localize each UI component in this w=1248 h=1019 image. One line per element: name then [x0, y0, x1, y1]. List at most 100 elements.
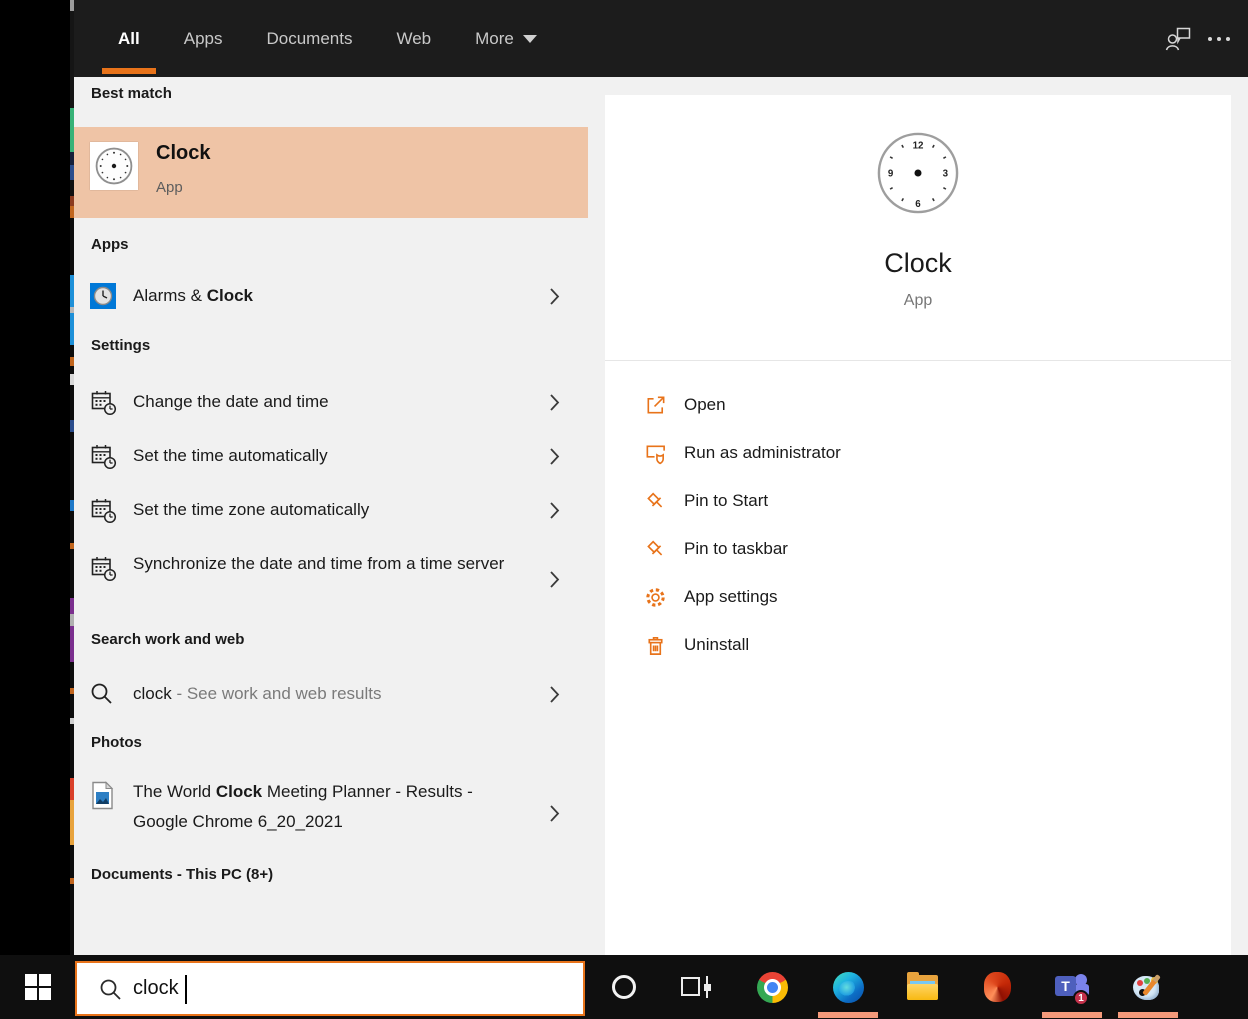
best-match-title: Clock: [156, 142, 211, 164]
windows-start-search: All Apps Documents Web More Best match C…: [0, 0, 1248, 1019]
teams-notification-badge: 1: [1073, 990, 1089, 1006]
task-view-icon: [681, 976, 711, 998]
setting-change-date-time[interactable]: Change the date and time: [74, 375, 588, 429]
result-label: clock - See work and web results: [133, 684, 382, 703]
pin-icon: [643, 489, 667, 513]
documents-header: Documents - This PC (8+): [91, 866, 274, 883]
paint-icon: [1132, 971, 1164, 1003]
teams-button[interactable]: T 1: [1040, 955, 1104, 1019]
search-input[interactable]: [133, 963, 513, 1014]
active-indicator-paint: [1118, 1012, 1178, 1018]
clock-app-icon: [90, 142, 138, 190]
feedback-user-icon[interactable]: [1148, 27, 1208, 51]
divider: [605, 360, 1231, 361]
settings-header: Settings: [91, 337, 151, 354]
open-icon: [643, 393, 667, 417]
search-results-panel: Best match Clock App Apps Alarms & Clock…: [74, 77, 588, 955]
calendar-clock-icon: [90, 555, 117, 587]
preview-area: 12 3 6 9 Clock App Open Run as administr…: [588, 77, 1248, 955]
svg-text:12: 12: [913, 141, 924, 152]
windows-logo-icon: [24, 974, 51, 1000]
chevron-right-icon[interactable]: [549, 685, 560, 709]
search-icon: [100, 979, 121, 1000]
chrome-button[interactable]: [740, 955, 804, 1019]
chevron-right-icon[interactable]: [549, 393, 560, 417]
active-indicator-edge: [818, 1012, 878, 1018]
result-label: Alarms & Clock: [133, 286, 253, 305]
clock-app-icon-large: 12 3 6 9: [876, 131, 960, 220]
tab-apps[interactable]: Apps: [174, 0, 233, 77]
best-match-subtitle: App: [156, 179, 183, 196]
gear-icon: [643, 585, 667, 609]
action-run-as-admin[interactable]: Run as administrator: [605, 429, 1231, 477]
taskbar: T 1: [0, 955, 1248, 1019]
file-explorer-button[interactable]: [890, 955, 954, 1019]
preview-subtitle: App: [903, 292, 933, 309]
action-list: Open Run as administrator Pin to Start P…: [605, 381, 1231, 669]
chevron-right-icon[interactable]: [549, 570, 560, 594]
cortana-icon: [612, 975, 636, 999]
active-indicator-teams: [1042, 1012, 1102, 1018]
setting-sync-time-server[interactable]: Synchronize the date and time from a tim…: [74, 537, 588, 621]
apps-header: Apps: [91, 236, 129, 253]
search-filter-bar: All Apps Documents Web More: [70, 0, 1248, 77]
calendar-clock-icon: [90, 443, 117, 475]
tab-all[interactable]: All: [102, 0, 156, 77]
action-app-settings[interactable]: App settings: [605, 573, 1231, 621]
svg-text:3: 3: [943, 168, 949, 179]
action-pin-to-taskbar[interactable]: Pin to taskbar: [605, 525, 1231, 573]
taskbar-search-box[interactable]: [75, 961, 585, 1016]
edge-icon: [832, 971, 864, 1003]
start-button[interactable]: [0, 955, 75, 1019]
preview-title: Clock: [884, 248, 952, 278]
alarms-clock-app-icon: [90, 283, 116, 314]
shield-icon: [643, 441, 667, 465]
setting-set-timezone-auto[interactable]: Set the time zone automatically: [74, 483, 588, 537]
text-cursor: [185, 975, 187, 1004]
file-explorer-icon: [906, 971, 938, 1000]
edge-button[interactable]: [816, 955, 880, 1019]
chevron-right-icon[interactable]: [549, 447, 560, 471]
best-match-header: Best match: [91, 85, 172, 102]
search-icon: [90, 682, 113, 710]
setting-label: Set the time automatically: [133, 446, 328, 465]
svg-text:6: 6: [915, 199, 921, 210]
calendar-clock-icon: [90, 497, 117, 529]
teams-icon: T 1: [1055, 972, 1089, 1006]
desktop-edge-sliver: [70, 0, 74, 955]
cortana-button[interactable]: [592, 955, 656, 1019]
result-photo-world-clock[interactable]: The World Clock Meeting Planner - Result…: [74, 771, 588, 855]
setting-label: Change the date and time: [133, 392, 329, 411]
chrome-icon: [756, 971, 788, 1003]
setting-set-time-auto[interactable]: Set the time automatically: [74, 429, 588, 483]
calendar-clock-icon: [90, 389, 117, 421]
chevron-right-icon[interactable]: [549, 287, 560, 311]
result-alarms-and-clock[interactable]: Alarms & Clock: [74, 270, 588, 322]
chevron-right-icon[interactable]: [549, 501, 560, 525]
setting-label: Synchronize the date and time from a tim…: [133, 554, 505, 573]
tab-web[interactable]: Web: [386, 0, 441, 77]
action-uninstall[interactable]: Uninstall: [605, 621, 1231, 669]
result-web-search-clock[interactable]: clock - See work and web results: [74, 668, 588, 720]
setting-label: Set the time zone automatically: [133, 500, 370, 519]
tab-more[interactable]: More: [465, 0, 547, 77]
image-file-icon: [90, 781, 115, 815]
result-label: The World Clock Meeting Planner - Result…: [133, 782, 473, 831]
office-button[interactable]: [965, 955, 1029, 1019]
trash-icon: [643, 633, 667, 657]
preview-card: 12 3 6 9 Clock App Open Run as administr…: [605, 95, 1231, 955]
ellipsis-icon[interactable]: [1208, 36, 1230, 41]
best-match-result-clock[interactable]: Clock App: [74, 127, 588, 218]
paint-button[interactable]: [1116, 955, 1180, 1019]
pin-icon: [643, 537, 667, 561]
svg-text:9: 9: [888, 168, 894, 179]
office-icon: [983, 972, 1011, 1002]
task-view-button[interactable]: [664, 955, 728, 1019]
chevron-right-icon[interactable]: [549, 804, 560, 828]
photos-header: Photos: [91, 734, 142, 751]
tab-documents[interactable]: Documents: [256, 0, 362, 77]
action-pin-to-start[interactable]: Pin to Start: [605, 477, 1231, 525]
search-work-web-header: Search work and web: [91, 631, 245, 648]
action-open[interactable]: Open: [605, 381, 1231, 429]
chevron-down-icon: [522, 34, 537, 43]
